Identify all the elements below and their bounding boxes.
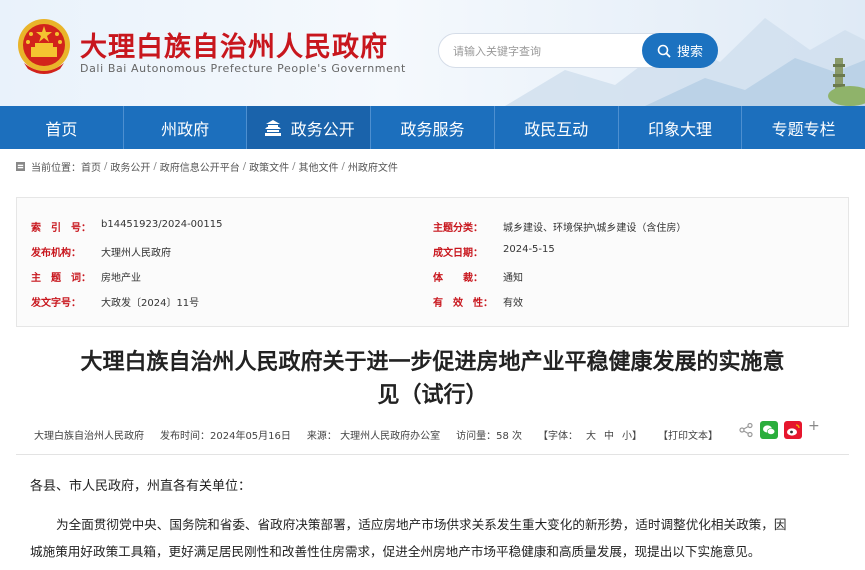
meta-index-label: 索 引 号： [31,223,91,234]
site-subtitle: Dali Bai Autonomous Prefecture People's … [80,62,406,75]
nav-label: 首页 [45,119,78,139]
meta-genre: 体 裁： 通知 [433,269,523,284]
meta-keyword: 主 题 词： 房地产业 [31,269,141,284]
document-metadata-box: 索 引 号： b14451923/2024-00115 主题分类： 城乡建设、环… [16,197,849,327]
meta-topic: 主题分类： 城乡建设、环境保护\城乡建设（含住房） [433,219,686,234]
search-input[interactable] [453,42,643,60]
article-paragraph-line1: 为全面贯彻党中央、国务院和省委、省政府决策部署，适应房地产市场供求关系发生重大变… [56,517,787,532]
meta-date-value: 2024-5-15 [503,244,555,255]
breadcrumb-gov-affairs-open[interactable]: 政务公开 [110,159,150,174]
wechat-icon[interactable] [760,421,778,439]
search-box: 搜索 [438,33,718,68]
nav-item-government[interactable]: 州政府 [124,106,248,149]
more-share-icon[interactable]: + [808,419,820,433]
share-bar: + [738,419,820,439]
article-title: 大理白族自治州人民政府关于进一步促进房地产业平稳健康发展的实施意 见（试行） [0,346,865,412]
article-source: 来源： 大理州人民政府办公室 [306,430,441,442]
font-size-medium[interactable]: 中 [604,427,614,442]
breadcrumb-policy-docs[interactable]: 政策文件 [249,159,289,174]
article-views: 访问量：58 次 [456,430,522,442]
meta-docno-label: 发文字号： [31,298,81,309]
article-author: 大理白族自治州人民政府 [34,430,144,442]
print-button[interactable]: 【打印文本】 [658,427,718,442]
nav-item-gov-services[interactable]: 政务服务 [371,106,495,149]
font-size-small[interactable]: 小】 [622,427,642,442]
site-title: 大理白族自治州人民政府 [80,32,388,63]
main-nav: 首页 州政府 政务公开 政务服务 政民互动 印象大理 专题专栏 [0,106,865,149]
meta-keyword-value: 房地产业 [101,273,141,284]
divider [16,454,849,455]
breadcrumb-prefix: 当前位置： [31,162,81,174]
location-pin-icon [16,161,25,171]
share-icon[interactable] [738,422,754,438]
article-paragraph-line2: 城施策用好政策工具箱，更好满足居民刚性和改善性住房需求，促进全州房地产市场平稳健… [30,544,761,559]
meta-validity-label: 有 效 性： [433,298,493,309]
meta-issuer-value: 大理州人民政府 [101,248,171,259]
meta-docno: 发文字号： 大政发〔2024〕11号 [31,294,199,309]
breadcrumb: 当前位置： 首页 / 政务公开 / 政府信息公开平台 / 政策文件 / 其他文件 / 州政… [16,157,398,175]
meta-topic-label: 主题分类： [433,223,483,234]
nav-item-gov-affairs-open[interactable]: 政务公开 [247,106,372,149]
site-header: 大理白族自治州人民政府 Dali Bai Autonomous Prefectu… [0,0,865,106]
meta-docno-value: 大政发〔2024〕11号 [101,298,200,309]
pagoda-icon [264,119,281,136]
meta-issuer-label: 发布机构： [31,248,81,259]
article-title-line1: 大理白族自治州人民政府关于进一步促进房地产业平稳健康发展的实施意 [80,350,785,375]
breadcrumb-home[interactable]: 首页 [81,159,101,174]
nav-label: 专题专栏 [771,119,836,139]
meta-validity: 有 效 性： 有效 [433,294,523,309]
meta-date: 成文日期： 2024-5-15 [433,244,555,259]
article-info-bar: 大理白族自治州人民政府 发布时间：2024年05月16日 来源： 大理州人民政府… [34,425,718,443]
breadcrumb-other-docs[interactable]: 其他文件 [299,159,339,174]
national-emblem-icon [18,19,70,74]
meta-index: 索 引 号： b14451923/2024-00115 [31,219,222,234]
breadcrumb-prefecture-docs[interactable]: 州政府文件 [348,159,398,174]
article-publish-time: 发布时间：2024年05月16日 [160,430,291,442]
font-size-large[interactable]: 大 [586,427,596,442]
nav-item-impression-dali[interactable]: 印象大理 [619,106,743,149]
nav-label: 政务服务 [400,119,465,139]
search-icon [657,44,671,58]
search-button[interactable]: 搜索 [642,33,718,68]
nav-label: 政务公开 [290,119,355,139]
search-button-label: 搜索 [676,45,703,60]
nav-label: 政民互动 [524,119,589,139]
meta-validity-value: 有效 [503,298,523,309]
article-title-line2: 见（试行） [377,383,488,408]
meta-genre-label: 体 裁： [433,273,483,284]
meta-index-value: b14451923/2024-00115 [101,219,223,230]
meta-keyword-label: 主 题 词： [31,273,91,284]
meta-topic-value: 城乡建设、环境保护\城乡建设（含住房） [503,223,687,234]
meta-genre-value: 通知 [503,273,523,284]
font-size-label: 【字体： [538,430,578,442]
nav-item-home[interactable]: 首页 [0,106,124,149]
breadcrumb-info-platform[interactable]: 政府信息公开平台 [160,159,240,174]
meta-issuer: 发布机构： 大理州人民政府 [31,244,171,259]
article-salutation: 各县、市人民政府，州直各有关单位： [30,479,252,494]
meta-date-label: 成文日期： [433,248,483,259]
weibo-icon[interactable] [784,421,802,439]
nav-item-interaction[interactable]: 政民互动 [495,106,619,149]
nav-item-special-topics[interactable]: 专题专栏 [742,106,865,149]
nav-label: 州政府 [161,119,210,139]
nav-label: 印象大理 [647,119,712,139]
